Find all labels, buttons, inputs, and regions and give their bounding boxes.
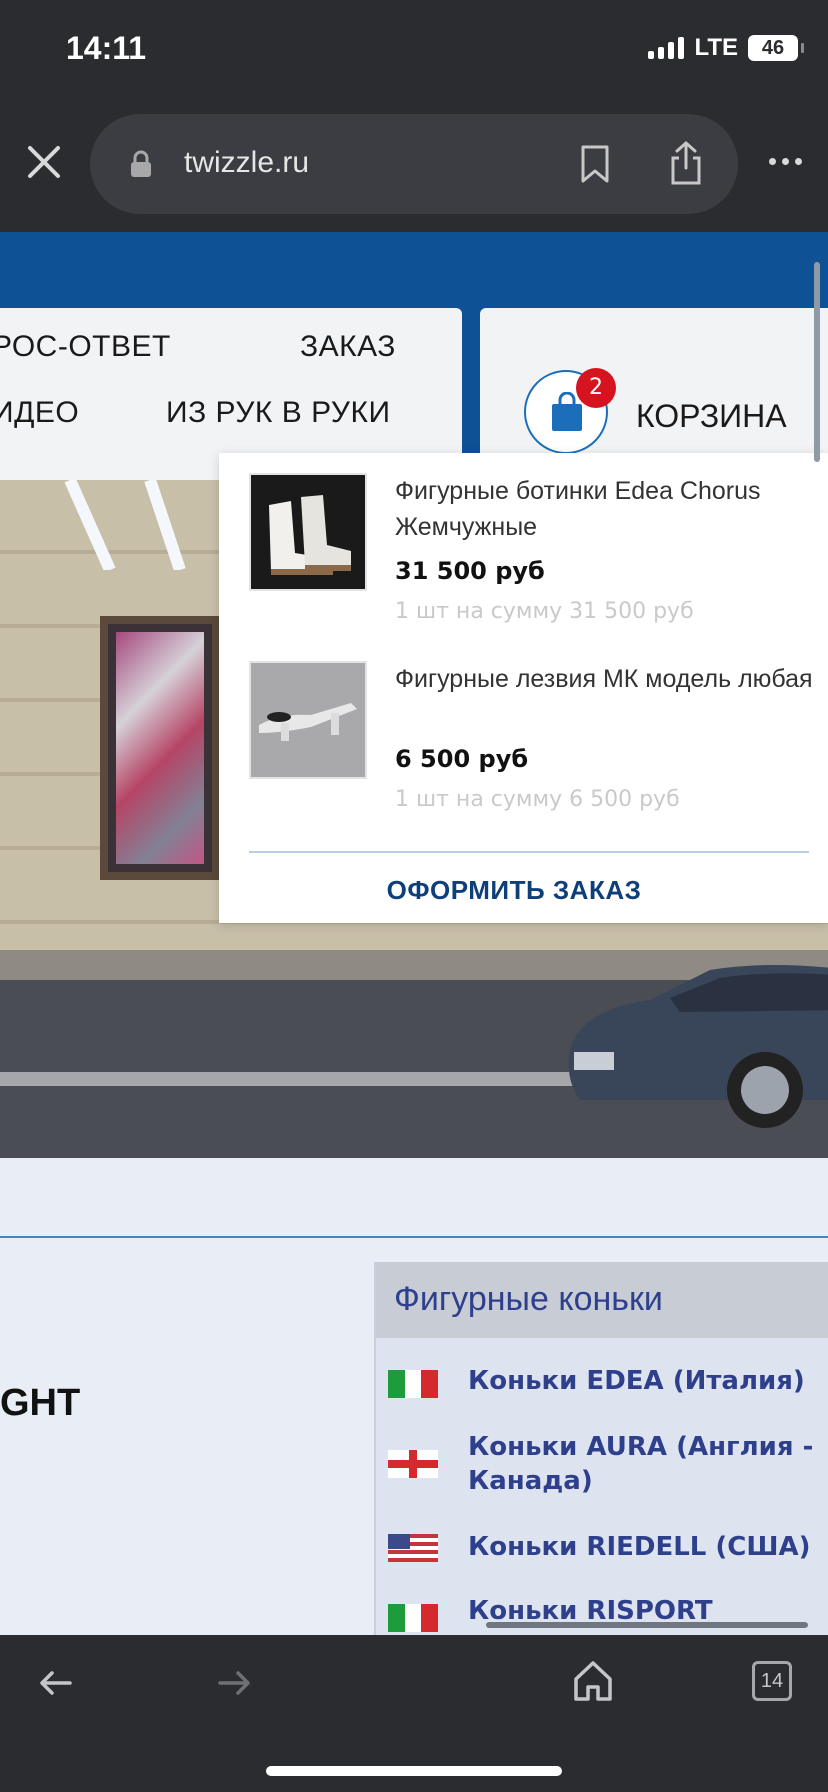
vertical-scrollbar[interactable] bbox=[814, 262, 820, 462]
cart-dropdown: Фигурные ботинки Edea Chorus Жемчужные 3… bbox=[219, 453, 828, 923]
car-image bbox=[568, 965, 828, 1128]
cart-item-price: 6 500 руб bbox=[395, 745, 529, 773]
content-heading-fragment: GHT bbox=[0, 1382, 81, 1424]
category-title: Фигурные коньки bbox=[394, 1280, 663, 1318]
forward-arrow-icon[interactable] bbox=[214, 1663, 254, 1703]
bookmark-icon[interactable] bbox=[580, 144, 610, 184]
signal-icon bbox=[648, 37, 685, 59]
battery-icon: 46 bbox=[748, 35, 804, 61]
cart-item-name[interactable]: Фигурные лезвия МК модель любая bbox=[395, 661, 825, 697]
status-indicators: LTE 46 bbox=[648, 34, 804, 62]
back-arrow-icon[interactable] bbox=[36, 1663, 76, 1703]
cart-item[interactable]: Фигурные ботинки Edea Chorus Жемчужные 3… bbox=[249, 453, 819, 624]
status-time: 14:11 bbox=[66, 30, 147, 66]
section-divider bbox=[0, 1236, 828, 1238]
category-panel: Фигурные коньки Коньки EDEA (Италия) Кон… bbox=[374, 1262, 828, 1662]
cart-item-summary: 1 шт на сумму 6 500 руб bbox=[395, 787, 680, 812]
category-header: Фигурные коньки bbox=[376, 1262, 828, 1338]
more-icon[interactable] bbox=[769, 158, 802, 165]
usa-flag-icon bbox=[388, 1534, 438, 1562]
lock-icon bbox=[131, 150, 151, 177]
product-thumbnail[interactable] bbox=[249, 661, 367, 779]
url-text: twizzle.ru bbox=[184, 146, 310, 179]
divider bbox=[249, 851, 809, 853]
nav-item-faq[interactable]: РОС-ОТВЕТ bbox=[0, 330, 171, 364]
category-link[interactable]: Коньки EDEA (Италия) bbox=[468, 1364, 828, 1398]
nav-item-order[interactable]: ЗАКАЗ bbox=[300, 330, 396, 364]
skate-blades-image bbox=[251, 663, 365, 777]
category-link[interactable]: Коньки AURA (Англия - Канада) bbox=[468, 1430, 828, 1498]
browser-chrome: 14:11 LTE 46 twizzle.ru bbox=[0, 0, 828, 232]
product-thumbnail[interactable] bbox=[249, 473, 367, 591]
cart-item-name[interactable]: Фигурные ботинки Edea Chorus Жемчужные bbox=[395, 473, 825, 545]
checkout-button[interactable]: ОФОРМИТЬ ЗАКАЗ bbox=[219, 875, 809, 906]
cart-count-badge: 2 bbox=[576, 368, 616, 408]
address-bar[interactable]: twizzle.ru bbox=[90, 114, 738, 214]
share-icon[interactable] bbox=[668, 140, 704, 186]
italy-flag-icon bbox=[388, 1370, 438, 1398]
cart-item-price: 31 500 руб bbox=[395, 557, 545, 585]
network-type: LTE bbox=[694, 34, 738, 61]
nav-item-hand-to-hand[interactable]: ИЗ РУК В РУКИ bbox=[166, 396, 391, 430]
home-indicator bbox=[266, 1766, 562, 1776]
cart-label: КОРЗИНА bbox=[636, 398, 787, 434]
england-flag-icon bbox=[388, 1450, 438, 1478]
nav-item-video[interactable]: ИДЕО bbox=[0, 396, 79, 430]
cart-item-summary: 1 шт на сумму 31 500 руб bbox=[395, 599, 694, 624]
shop-window bbox=[100, 616, 220, 880]
tabs-count-button[interactable]: 14 bbox=[752, 1661, 792, 1701]
home-icon[interactable] bbox=[572, 1659, 614, 1703]
horizontal-scrollbar[interactable] bbox=[486, 1622, 808, 1628]
cart-item[interactable]: Фигурные лезвия МК модель любая 6 500 ру… bbox=[249, 641, 819, 812]
skate-boots-image bbox=[251, 475, 365, 589]
italy-flag-icon bbox=[388, 1604, 438, 1632]
store-sign bbox=[64, 480, 186, 570]
category-link[interactable]: Коньки RIEDELL (США) bbox=[468, 1530, 828, 1564]
close-icon[interactable] bbox=[24, 142, 64, 182]
